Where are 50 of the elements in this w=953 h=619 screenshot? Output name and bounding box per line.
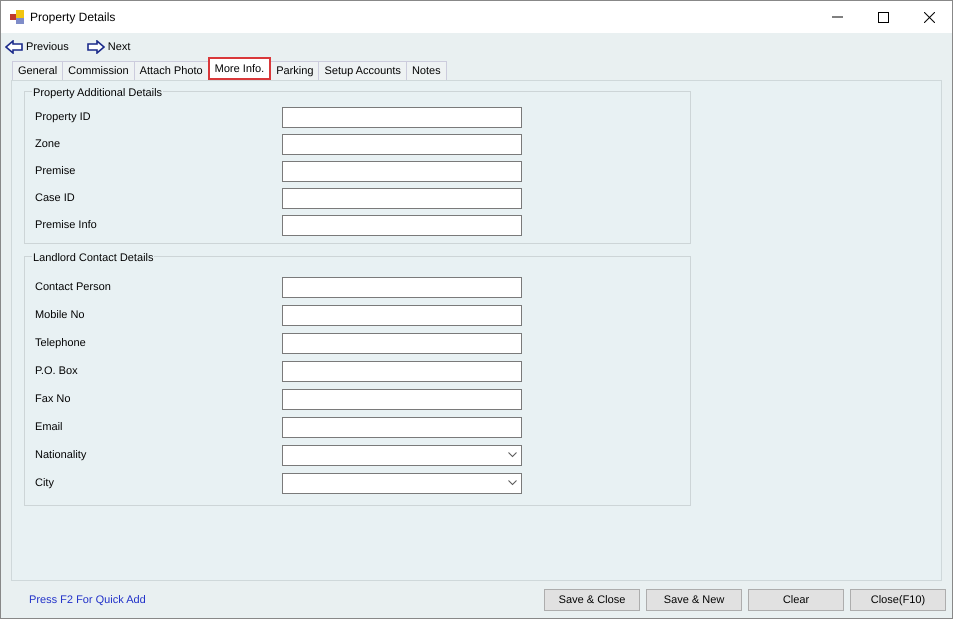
input-field[interactable] [282, 276, 522, 298]
next-button[interactable]: Next [86, 38, 130, 56]
left-arrow-icon [5, 40, 23, 54]
app-icon [10, 10, 24, 24]
previous-button[interactable]: Previous [5, 38, 69, 56]
dropdown-field[interactable] [282, 444, 522, 466]
input-field[interactable] [282, 332, 522, 354]
input-field[interactable] [282, 388, 522, 410]
input-field[interactable] [282, 161, 522, 182]
group-title: Property Additional Details [32, 85, 164, 102]
tab[interactable]: Notes [406, 61, 447, 80]
maximize-icon [878, 12, 888, 22]
field-label: Nationality [34, 448, 88, 463]
dropdown-field[interactable] [282, 472, 522, 494]
field-label: Telephone [34, 336, 87, 351]
tab[interactable]: More Info. [208, 57, 272, 80]
chevron-down-icon [508, 452, 517, 458]
minimize-icon [832, 16, 842, 18]
field-label: Property ID [34, 110, 92, 126]
field-label: Email [34, 420, 64, 435]
footer-button[interactable]: Clear [748, 589, 844, 611]
tab[interactable]: Attach Photo [134, 61, 209, 80]
chevron-down-icon [508, 480, 517, 486]
input-field[interactable] [282, 416, 522, 438]
field-label: Mobile No [34, 308, 86, 323]
input-field[interactable] [282, 215, 522, 236]
tab[interactable]: Setup Accounts [318, 61, 407, 80]
footer-button[interactable]: Close(F10) [850, 589, 946, 611]
input-field[interactable] [282, 134, 522, 155]
field-label: P.O. Box [34, 364, 79, 379]
field-label: Premise Info [34, 218, 98, 234]
input-field[interactable] [282, 188, 522, 209]
close-icon [924, 12, 934, 22]
field-label: Fax No [34, 392, 72, 407]
field-label: City [34, 476, 55, 491]
right-arrow-icon [86, 40, 105, 54]
tab[interactable]: Parking [270, 61, 320, 80]
tab[interactable]: Commission [62, 61, 135, 80]
window-title: Property Details [30, 9, 116, 26]
quick-add-hint: Press F2 For Quick Add [29, 592, 146, 608]
field-label: Contact Person [34, 280, 112, 295]
field-label: Premise [34, 164, 76, 180]
input-field[interactable] [282, 304, 522, 326]
footer-button[interactable]: Save & Close [544, 589, 640, 611]
input-field[interactable] [282, 360, 522, 382]
footer-button[interactable]: Save & New [646, 589, 742, 611]
tab[interactable]: General [12, 61, 64, 80]
field-label: Case ID [34, 191, 76, 206]
input-field[interactable] [282, 107, 522, 128]
field-label: Zone [34, 137, 62, 152]
